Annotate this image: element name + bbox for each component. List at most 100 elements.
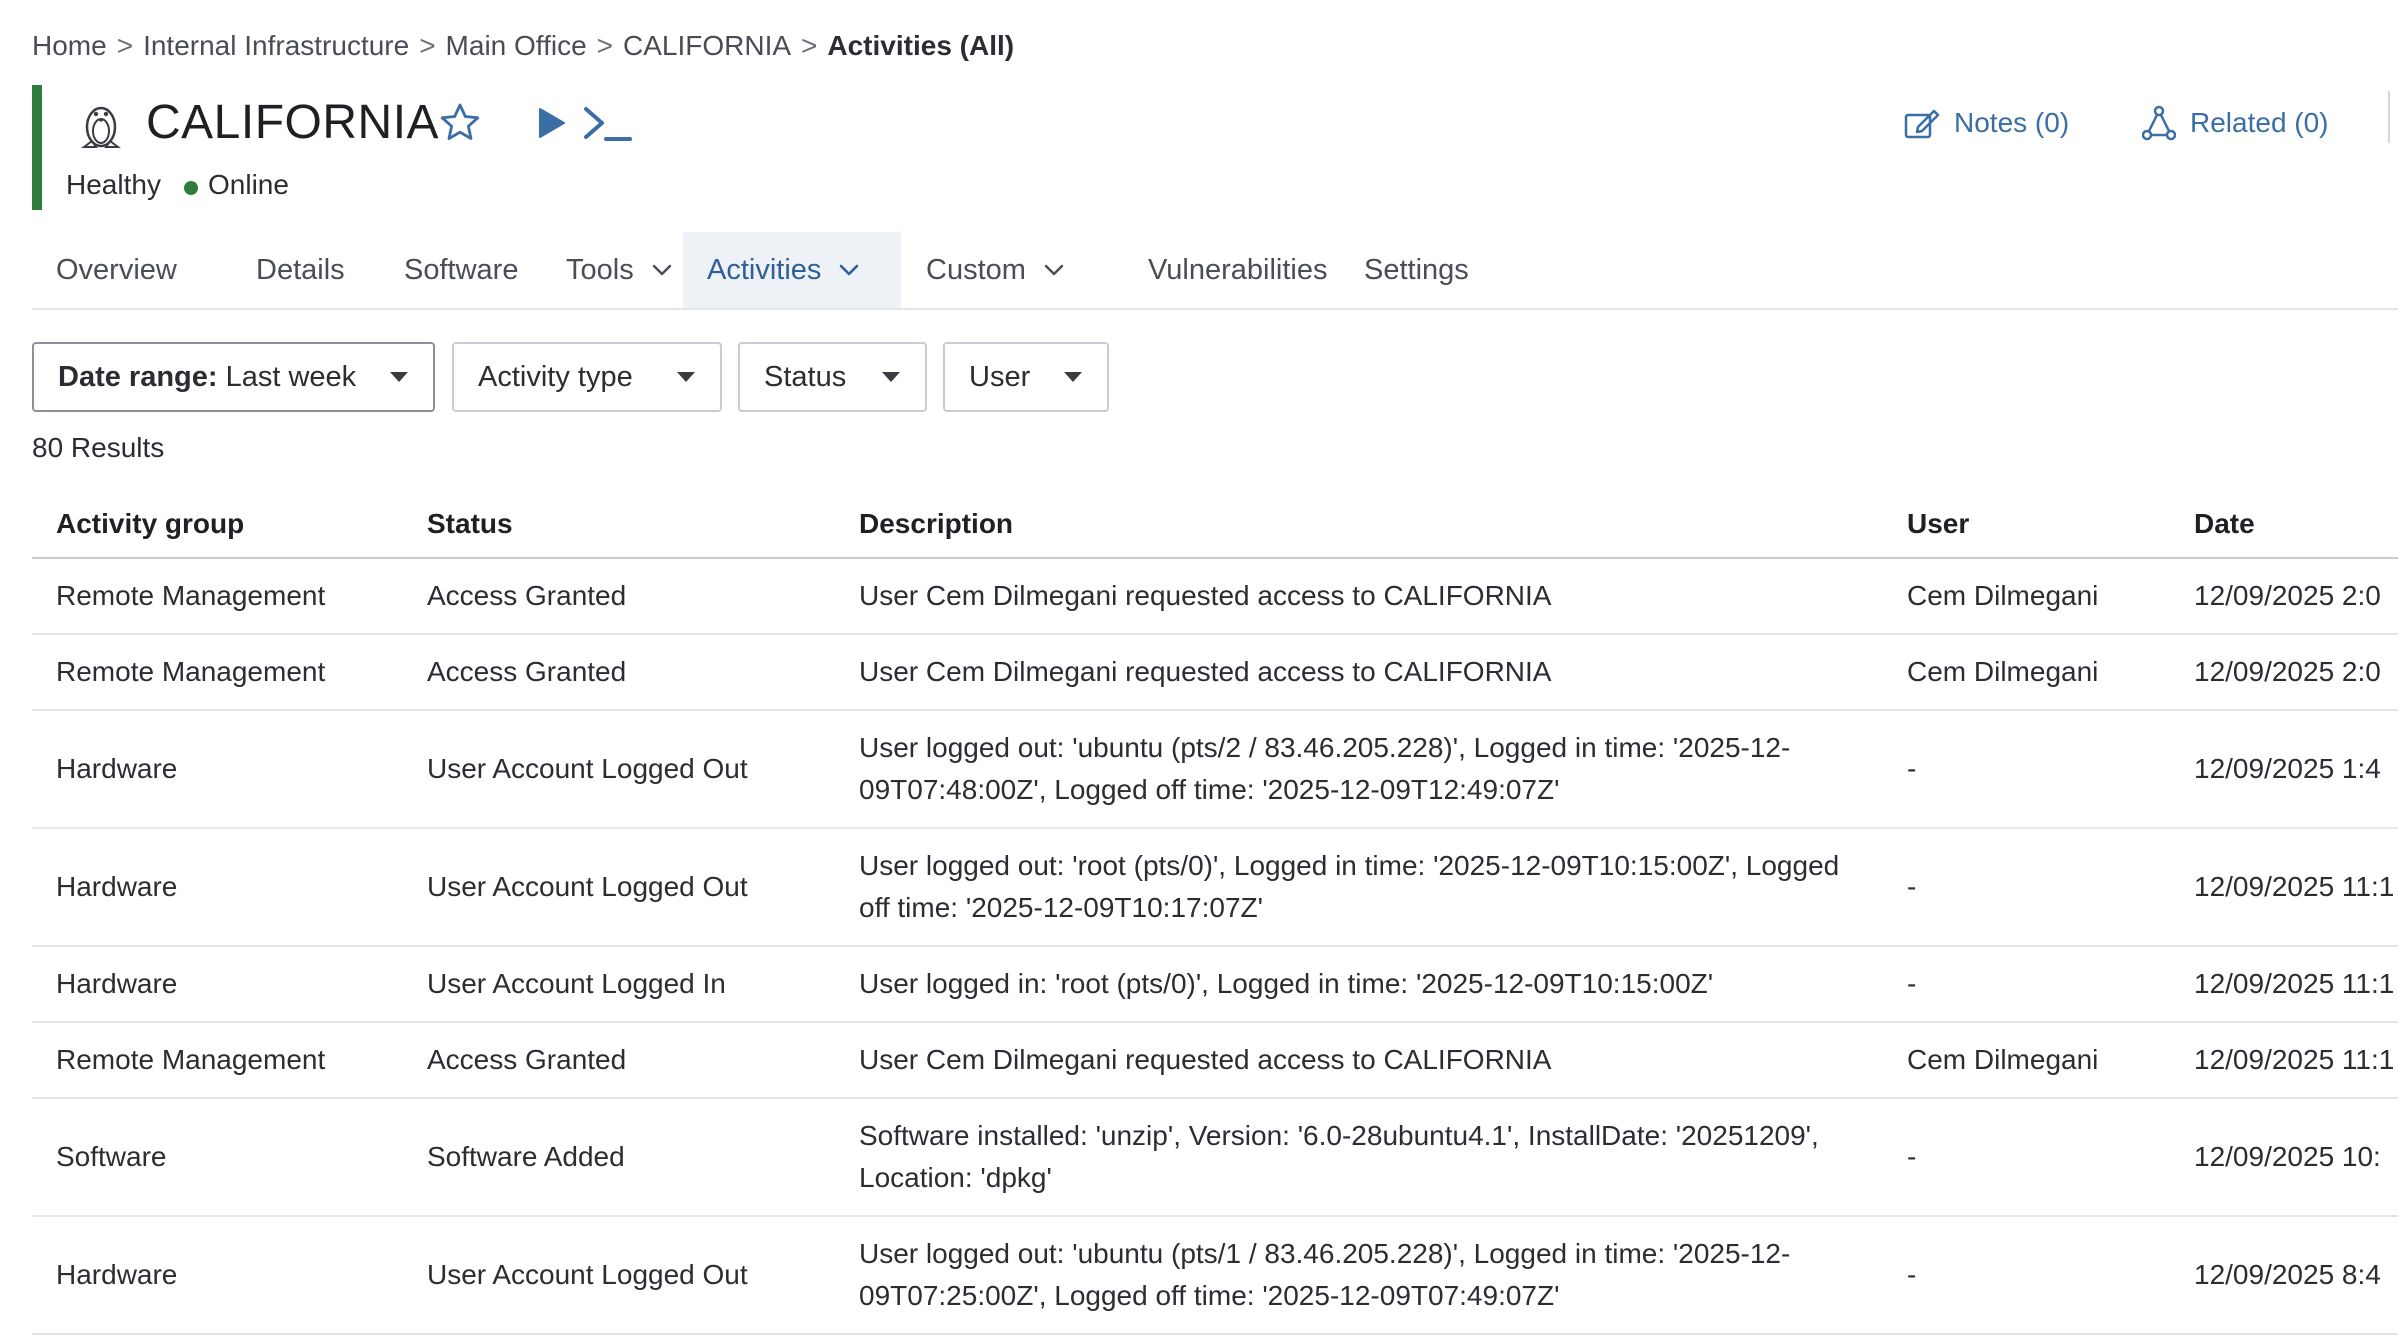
- table-row[interactable]: Hardware User Account Logged Out User lo…: [32, 710, 2398, 829]
- date-range-label: Date range:: [58, 360, 218, 393]
- related-label: Related (0): [2190, 107, 2329, 138]
- notes-label: Notes (0): [1954, 107, 2070, 138]
- tab-custom-label: Custom: [926, 253, 1026, 286]
- cell-activity-group: Hardware: [32, 828, 403, 947]
- cell-date: 12/09/2025 8:4: [2170, 1216, 2398, 1335]
- tab-software[interactable]: Software: [380, 232, 542, 308]
- caret-down-icon: [390, 372, 408, 382]
- cell-activity-group: Hardware: [32, 946, 403, 1023]
- date-range-filter-text: Date range: Last week: [58, 361, 356, 394]
- notes-edit-icon: [1904, 109, 1940, 139]
- cell-description: User Cem Dilmegani requested access to C…: [835, 558, 1883, 635]
- table-row[interactable]: Remote Management Access Granted User Ce…: [32, 634, 2398, 711]
- user-filter-label: User: [969, 360, 1031, 393]
- tab-details-label: Details: [256, 253, 345, 286]
- cell-user: -: [1883, 828, 2170, 947]
- activity-type-filter[interactable]: Activity type: [452, 342, 722, 412]
- cell-description: User logged in: 'root (pts/0)', Logged i…: [835, 946, 1883, 1023]
- cell-description: User Cem Dilmegani requested access to C…: [835, 634, 1883, 711]
- health-indicator-bar: [32, 85, 42, 210]
- tab-custom[interactable]: Custom: [902, 232, 1088, 308]
- breadcrumb: Home > Internal Infrastructure > Main Office…: [32, 30, 1014, 62]
- breadcrumb-separator: >: [596, 30, 613, 61]
- column-header-description[interactable]: Description: [835, 490, 1883, 559]
- date-range-filter[interactable]: Date range: Last week: [32, 342, 435, 412]
- linux-penguin-icon: [81, 106, 121, 148]
- related-graph-icon: [2142, 105, 2176, 141]
- activities-table: Activity group Status Description User D…: [32, 490, 2398, 1335]
- table-header-row: Activity group Status Description User D…: [32, 490, 2398, 559]
- cell-user: -: [1883, 946, 2170, 1023]
- tab-overview-label: Overview: [56, 253, 177, 286]
- tab-vulnerabilities-label: Vulnerabilities: [1148, 253, 1328, 286]
- cell-activity-group: Hardware: [32, 1216, 403, 1335]
- notes-button[interactable]: Notes (0): [1904, 101, 2069, 145]
- table-row[interactable]: Remote Management Access Granted User Ce…: [32, 558, 2398, 635]
- device-header: CALIFORNIA Healthy Online Notes (0) Rela…: [32, 85, 2398, 210]
- tab-activities-label: Activities: [707, 253, 822, 286]
- tab-tools-label: Tools: [566, 253, 634, 286]
- device-activities-page: Home > Internal Infrastructure > Main Office…: [0, 0, 2398, 1335]
- table-row[interactable]: Remote Management Access Granted User Ce…: [32, 1022, 2398, 1099]
- cell-date: 12/09/2025 2:0: [2170, 634, 2398, 711]
- online-status-dot: [184, 181, 198, 195]
- status-filter[interactable]: Status: [738, 342, 927, 412]
- cell-status: User Account Logged Out: [403, 1216, 835, 1335]
- caret-down-icon: [1064, 372, 1082, 382]
- breadcrumb-device[interactable]: CALIFORNIA: [623, 30, 791, 61]
- cell-user: Cem Dilmegani: [1883, 558, 2170, 635]
- cell-status: User Account Logged In: [403, 946, 835, 1023]
- column-header-user[interactable]: User: [1883, 490, 2170, 559]
- cell-description: User Cem Dilmegani requested access to C…: [835, 1022, 1883, 1099]
- table-row[interactable]: Hardware User Account Logged In User log…: [32, 946, 2398, 1023]
- activity-type-label: Activity type: [478, 360, 633, 393]
- column-header-status[interactable]: Status: [403, 490, 835, 559]
- cell-description: User logged out: 'root (pts/0)', Logged …: [835, 828, 1883, 947]
- cell-user: Cem Dilmegani: [1883, 634, 2170, 711]
- breadcrumb-separator: >: [419, 30, 436, 61]
- chevron-down-icon: [1044, 264, 1064, 276]
- breadcrumb-current: Activities (All): [827, 30, 1015, 61]
- column-header-activity-group[interactable]: Activity group: [32, 490, 403, 559]
- tab-tools[interactable]: Tools: [542, 232, 696, 308]
- column-header-date[interactable]: Date: [2170, 490, 2398, 559]
- table-row[interactable]: Hardware User Account Logged Out User lo…: [32, 1216, 2398, 1335]
- online-status-text: Online: [208, 169, 289, 200]
- cell-description: Software installed: 'unzip', Version: '6…: [835, 1098, 1883, 1217]
- cell-status: Access Granted: [403, 634, 835, 711]
- cell-activity-group: Hardware: [32, 710, 403, 829]
- user-filter[interactable]: User: [943, 342, 1109, 412]
- results-count: 80 Results: [32, 432, 165, 463]
- chevron-down-icon: [652, 264, 671, 276]
- cell-status: Access Granted: [403, 558, 835, 635]
- cell-date: 12/09/2025 11:1: [2170, 1022, 2398, 1099]
- tab-vulnerabilities[interactable]: Vulnerabilities: [1124, 232, 1351, 308]
- cell-user: Cem Dilmegani: [1883, 1022, 2170, 1099]
- health-status-text: Healthy: [66, 169, 161, 200]
- tab-overview[interactable]: Overview: [32, 232, 201, 308]
- breadcrumb-internal-infrastructure[interactable]: Internal Infrastructure: [143, 30, 409, 61]
- cell-activity-group: Software: [32, 1098, 403, 1217]
- date-range-value: Last week: [225, 360, 357, 393]
- related-button[interactable]: Related (0): [2142, 101, 2329, 145]
- cell-activity-group: Remote Management: [32, 634, 403, 711]
- cell-status: Software Added: [403, 1098, 835, 1217]
- breadcrumb-home[interactable]: Home: [32, 30, 107, 61]
- table-row[interactable]: Hardware User Account Logged Out User lo…: [32, 828, 2398, 947]
- tab-settings[interactable]: Settings: [1340, 232, 1493, 308]
- tab-details[interactable]: Details: [232, 232, 369, 308]
- chevron-down-icon: [840, 264, 859, 276]
- caret-down-icon: [882, 372, 900, 382]
- device-title: CALIFORNIA: [146, 96, 440, 149]
- run-script-play-icon[interactable]: [530, 103, 570, 143]
- table-row[interactable]: Software Software Added Software install…: [32, 1098, 2398, 1217]
- terminal-icon[interactable]: [580, 99, 634, 147]
- breadcrumb-separator: >: [801, 30, 818, 61]
- breadcrumb-main-office[interactable]: Main Office: [446, 30, 587, 61]
- tab-activities[interactable]: Activities: [683, 232, 901, 308]
- cell-description: User logged out: 'ubuntu (pts/1 / 83.46.…: [835, 1216, 1883, 1335]
- cell-date: 12/09/2025 11:1: [2170, 946, 2398, 1023]
- caret-down-icon: [677, 372, 695, 382]
- favorite-star-icon[interactable]: [438, 101, 482, 145]
- cell-date: 12/09/2025 1:4: [2170, 710, 2398, 829]
